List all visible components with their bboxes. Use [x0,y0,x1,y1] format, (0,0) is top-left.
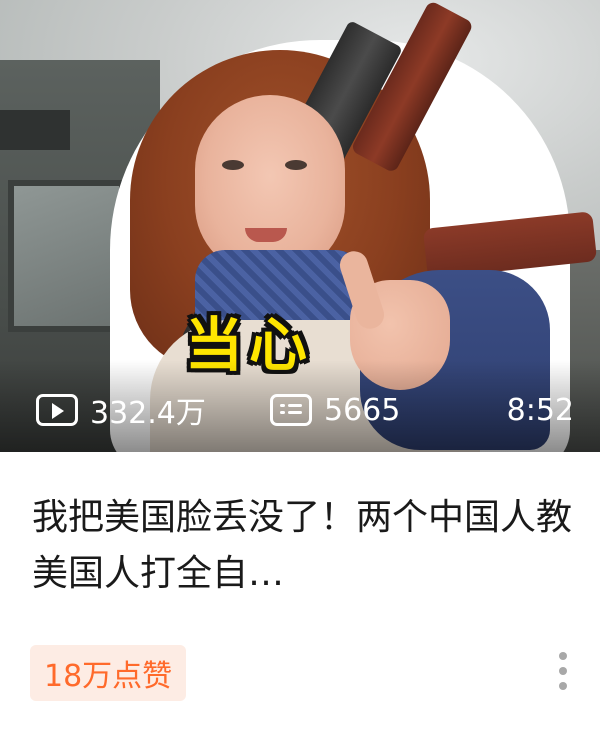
view-count-text: 332.4万 [90,396,206,431]
danmaku-count-text: 5665 [324,392,401,428]
likes-badge-text: 18万点赞 [44,659,173,694]
video-card[interactable]: 当心 332.4万 5665 8:52 我把美国脸丢没了！两个中国人教美国人打全… [0,0,600,732]
video-duration: 8:52 [507,390,574,430]
likes-badge: 18万点赞 [30,645,187,701]
video-title[interactable]: 我把美国脸丢没了！两个中国人教美国人打全自… [32,490,572,602]
danmaku-count: 5665 [270,390,400,430]
more-vertical-icon[interactable] [556,652,570,692]
subject-face [195,95,345,275]
view-count: 332.4万 [36,390,206,431]
video-thumbnail[interactable]: 当心 332.4万 5665 8:52 [0,0,600,452]
play-icon [36,394,78,426]
video-stats-bar: 332.4万 5665 8:52 [0,380,600,440]
danmaku-icon [270,394,312,426]
duration-text: 8:52 [506,392,574,428]
